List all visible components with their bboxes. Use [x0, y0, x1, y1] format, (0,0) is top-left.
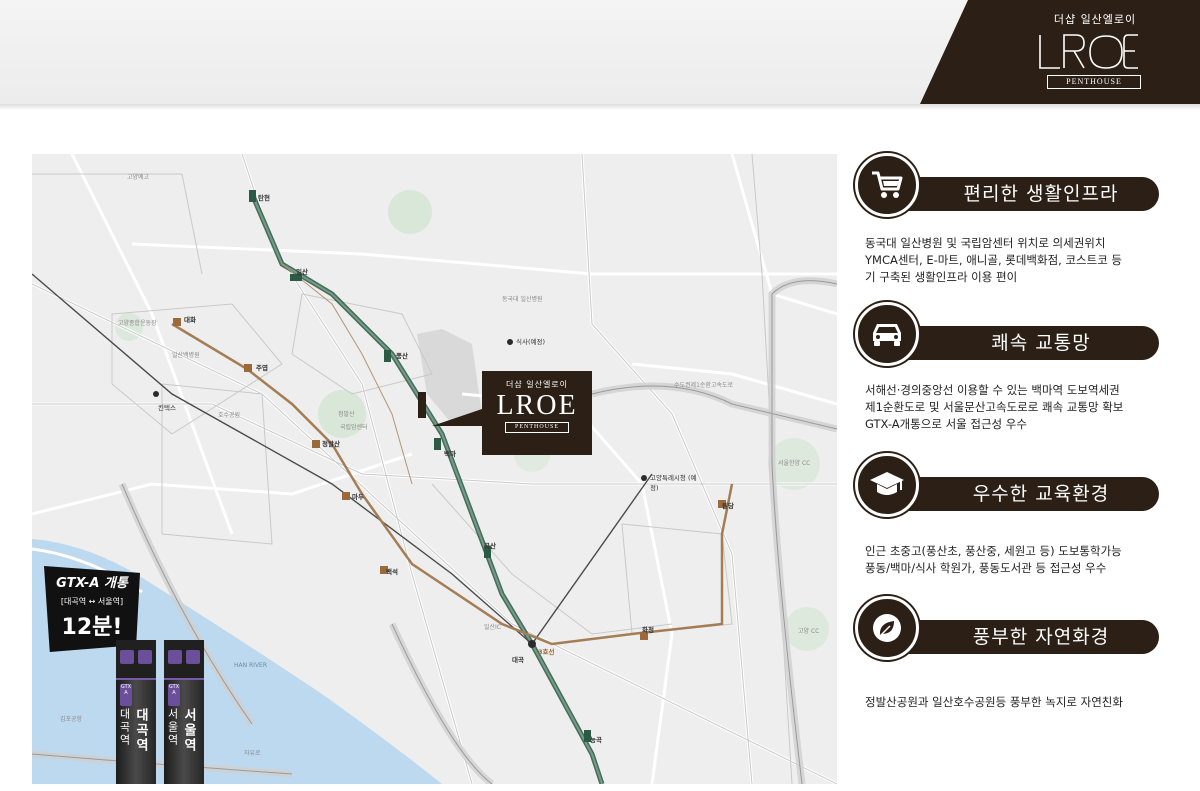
brand-logo-block: 더샵 일산엘로이 PENTHOUSE — [920, 0, 1200, 104]
label-seoul-cc: 서울한양 CC — [778, 460, 811, 467]
feature-infra-desc: 동국대 일산병원 및 국립암센터 위치로 의세권위치 YMCA센터, E-마트,… — [865, 235, 1165, 286]
brand-penthouse-label: PENTHOUSE — [1047, 75, 1141, 89]
label-jeongbal-park: 정발산 — [338, 411, 355, 418]
tower-seoul-name: 서울역 — [181, 708, 196, 753]
tower-daegok-badge: GTX A — [120, 684, 132, 706]
station-daehwa: 대화 — [184, 316, 196, 324]
feature-nature-badge — [855, 596, 919, 660]
label-gimpo: 김포공항 — [60, 716, 83, 723]
feature-education: 우수한 교육환경 인근 초중고(풍산초, 풍산중, 세원고 등) 도보통학가능 … — [855, 453, 1160, 575]
station-baekseok: 백석 — [386, 568, 398, 576]
station-jueop: 주엽 — [256, 364, 268, 372]
feature-transport-line: 제1순환도로 및 서울문산고속도로로 쾌속 교통망 확보 — [865, 400, 1124, 414]
gtx-route: [대곡역 ↔ 서울역] — [60, 597, 124, 606]
station-tanhyeon: 탄현 — [258, 194, 270, 202]
station-neunggok: 능곡 — [590, 736, 602, 744]
label-line3: 3호선 — [538, 648, 555, 656]
station-hwajeong: 화정 — [642, 626, 654, 634]
feature-transport-badge — [855, 302, 919, 366]
feature-nature-desc: 정발산공원과 일산호수공원등 풍부한 녹지로 자연친화 — [865, 694, 1165, 711]
shopping-cart-icon — [872, 171, 903, 198]
station-jeongbalsan: 정발산 — [322, 440, 340, 448]
station-gokssan: 곡산 — [484, 542, 496, 550]
leaf-icon — [873, 614, 901, 642]
feature-transport-desc: 서해선·경의중앙선 이용할 수 있는 백마역 도보역세권 제1순환도로 및 서울… — [865, 382, 1165, 433]
label-ilsan-ic: 일산IC — [484, 624, 501, 631]
location-map: 탄현 일산 풍산 백마 곡산 대곡 능곡 대화 주엽 정발산 마두 백석 원당 … — [32, 154, 837, 784]
feature-nature: 풍부한 자연화경 정발산공원과 일산호수공원등 풍부한 녹지로 자연친화 — [855, 596, 1160, 726]
feature-infra-line: 동국대 일산병원 및 국립암센터 위치로 의세권위치 — [865, 236, 1106, 250]
graduation-cap-icon — [870, 472, 904, 495]
feature-education-line: 인근 초중고(풍산초, 풍산중, 세원고 등) 도보통학가능 — [865, 544, 1122, 558]
site-callout-penthouse: PENTHOUSE — [505, 422, 569, 433]
feature-transport-line: 서해선·경의중앙선 이용할 수 있는 백마역 도보역세권 — [865, 383, 1120, 397]
feature-transport-line: GTX-A개통으로 서울 접근성 우수 — [865, 417, 1027, 431]
tower-daegok-name: 대곡역 — [133, 708, 148, 753]
feature-education-title: 우수한 교육환경 — [893, 477, 1159, 511]
feature-education-desc: 인근 초중고(풍산초, 풍산중, 세원고 등) 도보통학가능 풍동/백마/식사 … — [865, 543, 1165, 577]
feature-infra-badge — [855, 153, 919, 217]
label-jayuro: 자유로 — [244, 750, 261, 757]
station-ilsan: 일산 — [296, 268, 308, 276]
gtx-time: 12분! — [61, 615, 123, 640]
feature-nature-title: 풍부한 자연화경 — [893, 620, 1159, 654]
station-daegok: 대곡 — [512, 656, 524, 664]
label-seoul-ring: 수도권제1순환고속도로 — [674, 382, 734, 389]
station-baekma: 백마 — [444, 450, 456, 458]
label-goyang-eco: 고양예고 — [127, 174, 150, 181]
site-callout-logo: LROE — [496, 390, 578, 421]
feature-education-line: 풍동/백마/식사 학원가, 풍동도서관 등 접근성 우수 — [865, 561, 1107, 575]
feature-infra: 편리한 생활인프라 동국대 일산병원 및 국립암센터 위치로 의세권위치 YMC… — [855, 153, 1160, 284]
tower-seoul-badge: GTX A — [168, 684, 180, 706]
gtx-title: GTX-A 개통 — [56, 576, 128, 591]
station-kintex: 킨텍스 — [158, 404, 176, 412]
header-shadow — [0, 104, 1200, 110]
feature-transport: 쾌속 교통망 서해선·경의중앙선 이용할 수 있는 백마역 도보역세권 제1순환… — [855, 302, 1160, 431]
site-callout: 더샵 일산엘로이 LROE PENTHOUSE — [482, 371, 592, 455]
car-icon — [873, 324, 901, 346]
feature-transport-title: 쾌속 교통망 — [893, 326, 1159, 360]
feature-infra-line: 기 구축된 생활인프라 이용 편이 — [865, 270, 1018, 284]
label-goyang-school: 고양종합운동장 — [118, 320, 157, 327]
tower-daegok: GTX A 대곡역 대곡역 — [116, 640, 156, 784]
feature-infra-title: 편리한 생활인프라 — [893, 177, 1159, 211]
site-callout-subtitle: 더샵 일산엘로이 — [505, 380, 569, 389]
label-ilsan-hospital: 일산백병원 — [172, 352, 200, 359]
feature-nature-line: 정발산공원과 일산호수공원등 풍부한 녹지로 자연친화 — [865, 695, 1123, 709]
tower-seoul: GTX A 서울역 서울역 — [164, 640, 204, 784]
feature-infra-line: YMCA센터, E-마트, 애니골, 롯데백화점, 코스트코 등 — [865, 253, 1123, 267]
label-hosu-park: 호수공원 — [218, 412, 241, 419]
label-dongguk: 동국대 일산병원 — [502, 296, 543, 303]
feature-education-badge — [855, 453, 919, 517]
station-madu: 마두 — [352, 493, 364, 501]
label-national-cancer: 국립암센터 — [340, 424, 368, 431]
station-goyang-hall: 고양특례시청 (예정) — [650, 474, 697, 492]
station-wondang: 원당 — [722, 502, 734, 510]
label-han-river: HAN RIVER — [234, 662, 268, 669]
station-sigsa: 식사(예정) — [516, 338, 545, 346]
station-pungsan: 풍산 — [396, 352, 408, 360]
label-goyang-cc: 고양 CC — [798, 628, 820, 635]
